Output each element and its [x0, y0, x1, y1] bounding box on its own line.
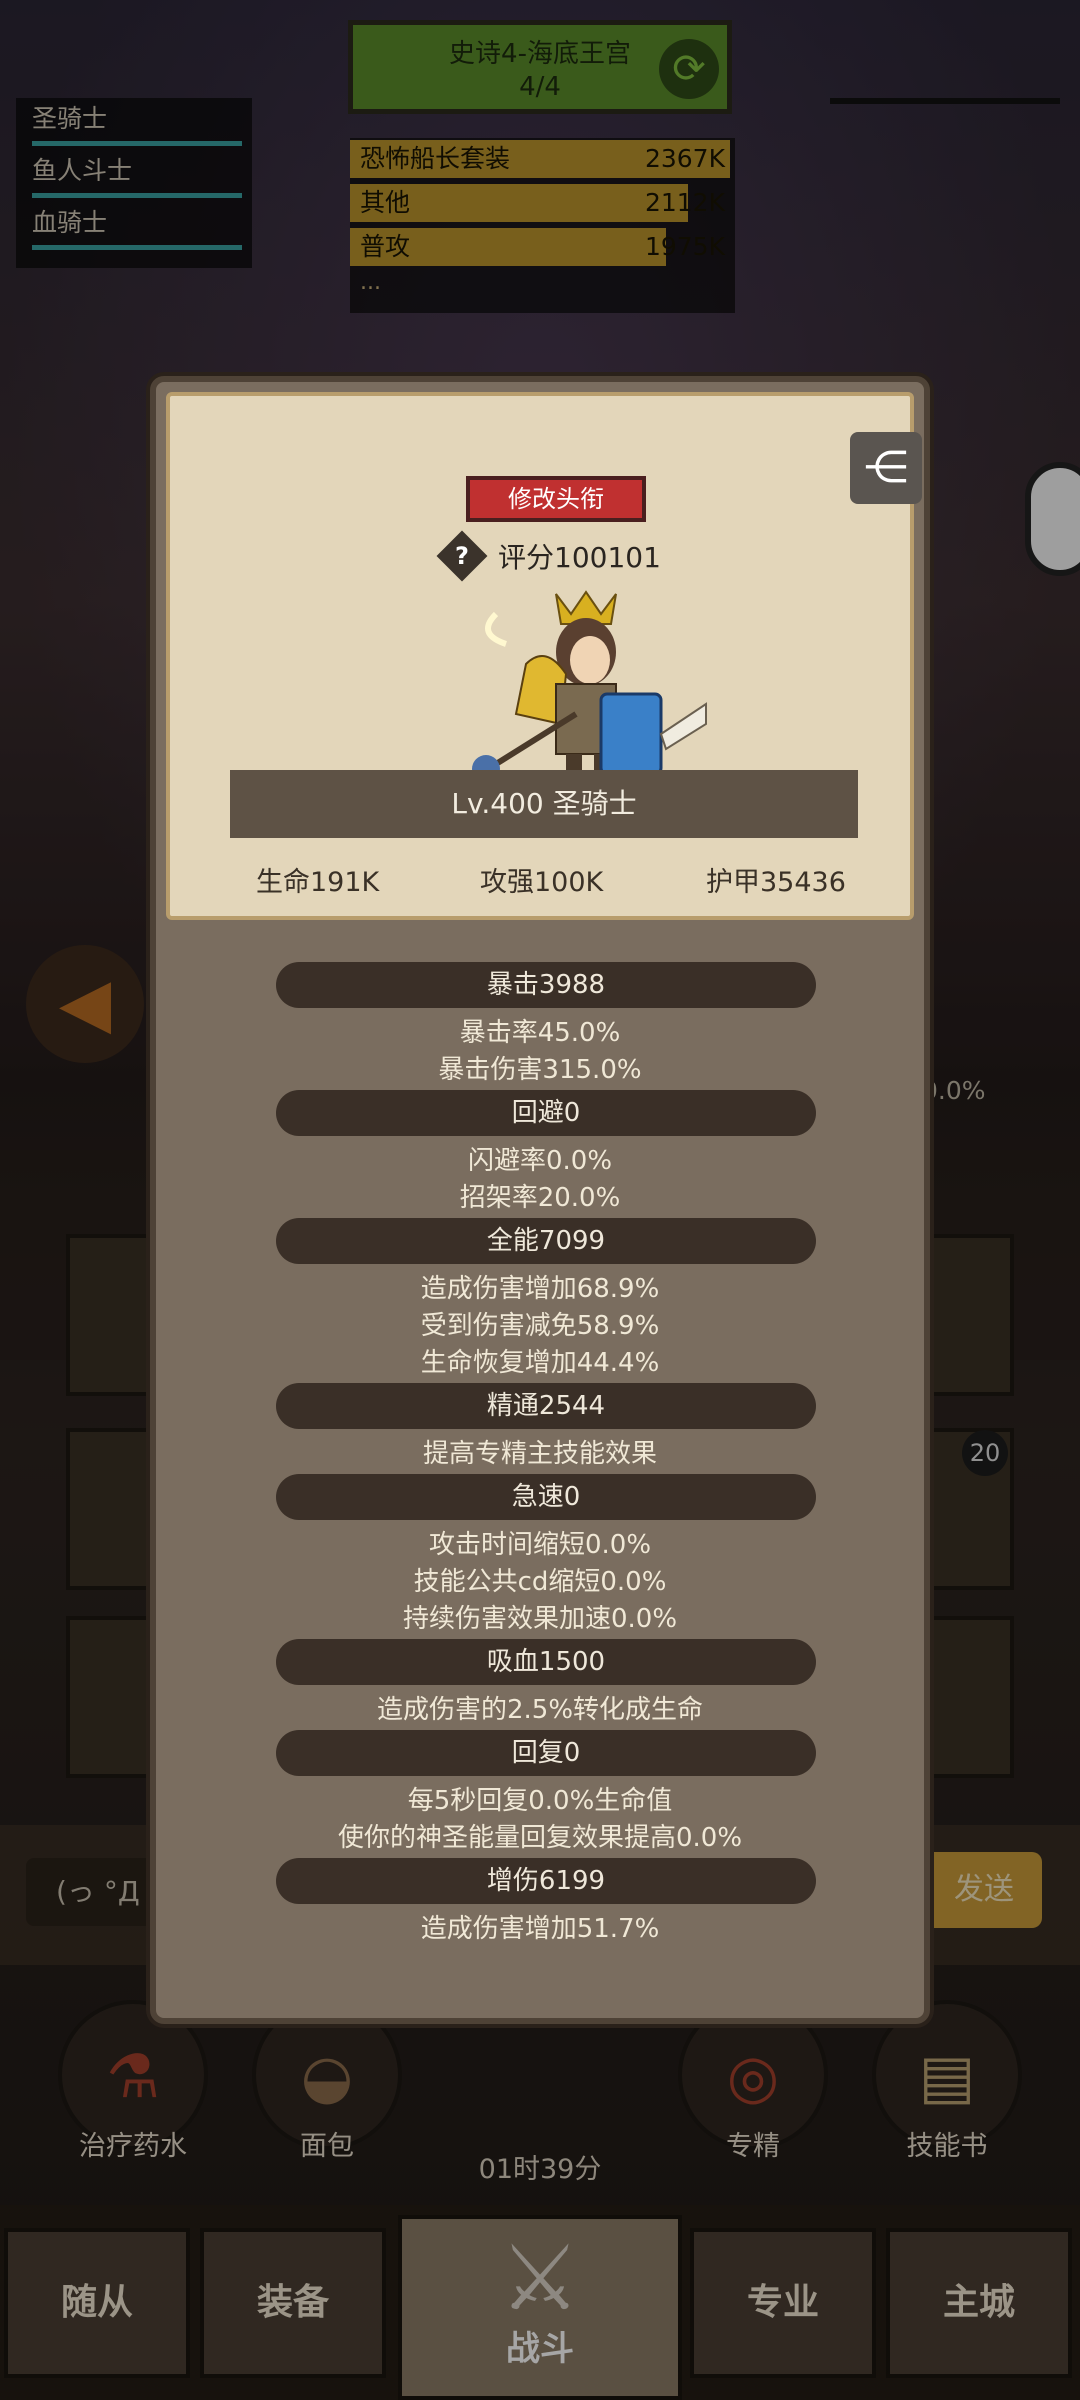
stat-header: 吸血1500 — [276, 1639, 816, 1685]
stat-line: 暴击率45.0% — [459, 1018, 621, 1048]
stat-header: 回避0 — [276, 1090, 816, 1136]
stat-line: 技能公共cd缩短0.0% — [413, 1567, 667, 1597]
stat-line: 造成伤害增加51.7% — [420, 1914, 660, 1944]
edit-title-button[interactable]: 修改头衔 — [466, 476, 646, 522]
hp-stat: 生命191K — [256, 867, 380, 898]
character-stats-popup: ⋲ 修改头衔 ? 评分100101 Lv.400 圣骑士 生命191K 攻强100… — [150, 376, 930, 2024]
stat-line: 每5秒回复0.0%生命值 — [407, 1786, 673, 1816]
hero-portrait — [472, 590, 707, 784]
stat-line: 攻击时间缩短0.0% — [428, 1530, 652, 1560]
stat-header: 精通2544 — [276, 1383, 816, 1429]
stat-line: 受到伤害减免58.9% — [420, 1311, 660, 1341]
attack-stat: 攻强100K — [480, 867, 604, 898]
stat-line: 使你的神圣能量回复效果提高0.0% — [337, 1823, 743, 1853]
character-card: ⋲ 修改头衔 ? 评分100101 Lv.400 圣骑士 生命191K 攻强100… — [166, 392, 922, 920]
stat-line: 持续伤害效果加速0.0% — [402, 1604, 678, 1634]
help-icon[interactable]: ? — [436, 530, 488, 582]
stat-header: 全能7099 — [276, 1218, 816, 1264]
stat-line: 暴击伤害315.0% — [438, 1055, 642, 1085]
stat-line: 生命恢复增加44.4% — [420, 1348, 660, 1378]
armor-stat: 护甲35436 — [706, 867, 846, 898]
stat-line: 招架率20.0% — [459, 1183, 621, 1213]
stat-header: 急速0 — [276, 1474, 816, 1520]
share-icon[interactable]: ⋲ — [850, 432, 922, 504]
level-name-banner: Lv.400 圣骑士 — [230, 770, 858, 838]
score-row: ? 评分100101 — [436, 530, 661, 582]
stat-line: 造成伤害的2.5%转化成生命 — [376, 1695, 704, 1725]
stat-line: 提高专精主技能效果 — [422, 1439, 657, 1469]
score: 评分100101 — [498, 541, 661, 574]
stat-header: 回复0 — [276, 1730, 816, 1776]
stat-line: 造成伤害增加68.9% — [420, 1274, 660, 1304]
stat-header: 增伤6199 — [276, 1858, 816, 1904]
stat-header: 暴击3988 — [276, 962, 816, 1008]
stat-line: 闪避率0.0% — [467, 1146, 613, 1176]
